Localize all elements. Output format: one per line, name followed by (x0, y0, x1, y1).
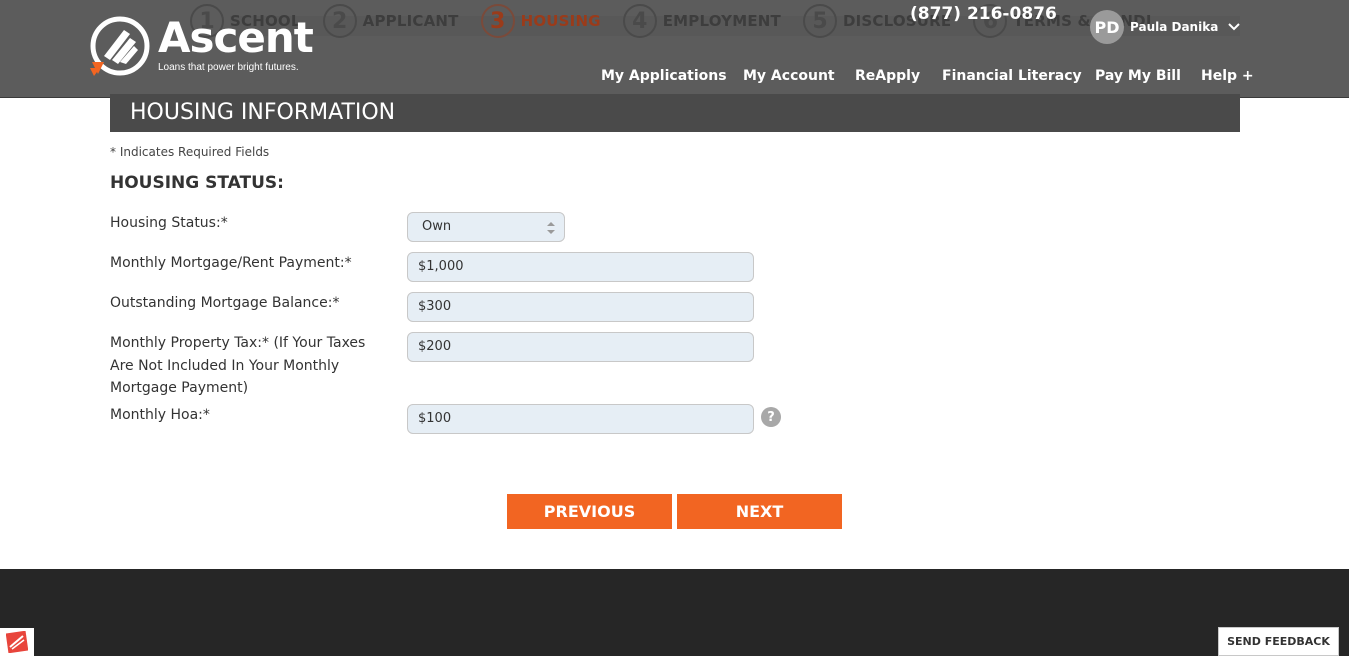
hoa-label: Monthly Hoa:* (110, 407, 210, 423)
housing-status-label: Housing Status:* (110, 215, 228, 231)
select-arrows-icon (547, 222, 555, 234)
required-fields-note: * Indicates Required Fields (110, 145, 270, 159)
mortgage-balance-label: Outstanding Mortgage Balance:* (110, 295, 340, 311)
housing-status-select[interactable]: Own (407, 212, 565, 242)
step-number: 2 (322, 4, 357, 38)
step-number: 4 (622, 4, 657, 38)
site-header: 1 SCHOOL 2 APPLICANT 3 HOUSING 4 EMPLOYM… (0, 0, 1349, 98)
housing-status-heading: HOUSING STATUS: (110, 173, 284, 193)
nav-help[interactable]: Help + (1201, 68, 1254, 84)
step-number: 5 (802, 4, 837, 38)
ascent-logo[interactable]: Ascent Loans that power bright futures. (90, 13, 314, 76)
corner-widget[interactable] (0, 628, 34, 656)
mortgage-balance-input[interactable]: $300 (407, 292, 754, 322)
section-title: HOUSING INFORMATION (110, 94, 1240, 132)
step-label: HOUSING (520, 12, 601, 30)
step-housing[interactable]: 3 HOUSING (480, 4, 601, 38)
monthly-payment-label: Monthly Mortgage/Rent Payment:* (110, 255, 352, 271)
step-number: 3 (480, 4, 515, 38)
widget-icon (6, 631, 28, 653)
step-label: EMPLOYMENT (662, 12, 781, 30)
property-tax-label: Monthly Property Tax:* (If Your Taxes Ar… (110, 335, 366, 396)
nav-financial-literacy[interactable]: Financial Literacy (942, 68, 1082, 84)
step-applicant[interactable]: 2 APPLICANT (322, 4, 459, 38)
previous-button[interactable]: PREVIOUS (507, 494, 672, 529)
help-icon[interactable]: ? (761, 407, 781, 427)
nav-my-applications[interactable]: My Applications (601, 68, 727, 84)
site-footer (0, 569, 1349, 656)
step-employment[interactable]: 4 EMPLOYMENT (622, 4, 781, 38)
nav-reapply[interactable]: ReApply (855, 68, 920, 84)
chevron-down-icon (1228, 23, 1241, 31)
nav-my-account[interactable]: My Account (743, 68, 835, 84)
hoa-input[interactable]: $100 (407, 404, 754, 434)
housing-status-value: Own (422, 219, 452, 234)
send-feedback-button[interactable]: SEND FEEDBACK (1218, 627, 1339, 656)
nav-pay-my-bill[interactable]: Pay My Bill (1095, 68, 1181, 84)
ascent-logo-icon (90, 16, 150, 76)
step-label: APPLICANT (362, 12, 459, 30)
phone-number[interactable]: (877) 216-0876 (910, 4, 1057, 24)
monthly-payment-input[interactable]: $1,000 (407, 252, 754, 282)
property-tax-input[interactable]: $200 (407, 332, 754, 362)
main-nav: My Applications My Account ReApply Finan… (0, 68, 1349, 88)
logo-wordmark: Ascent (158, 13, 314, 62)
avatar: PD (1090, 10, 1124, 44)
next-button[interactable]: NEXT (677, 494, 842, 529)
user-menu[interactable]: PD Paula Danika (1090, 10, 1241, 44)
user-name: Paula Danika (1130, 20, 1219, 34)
